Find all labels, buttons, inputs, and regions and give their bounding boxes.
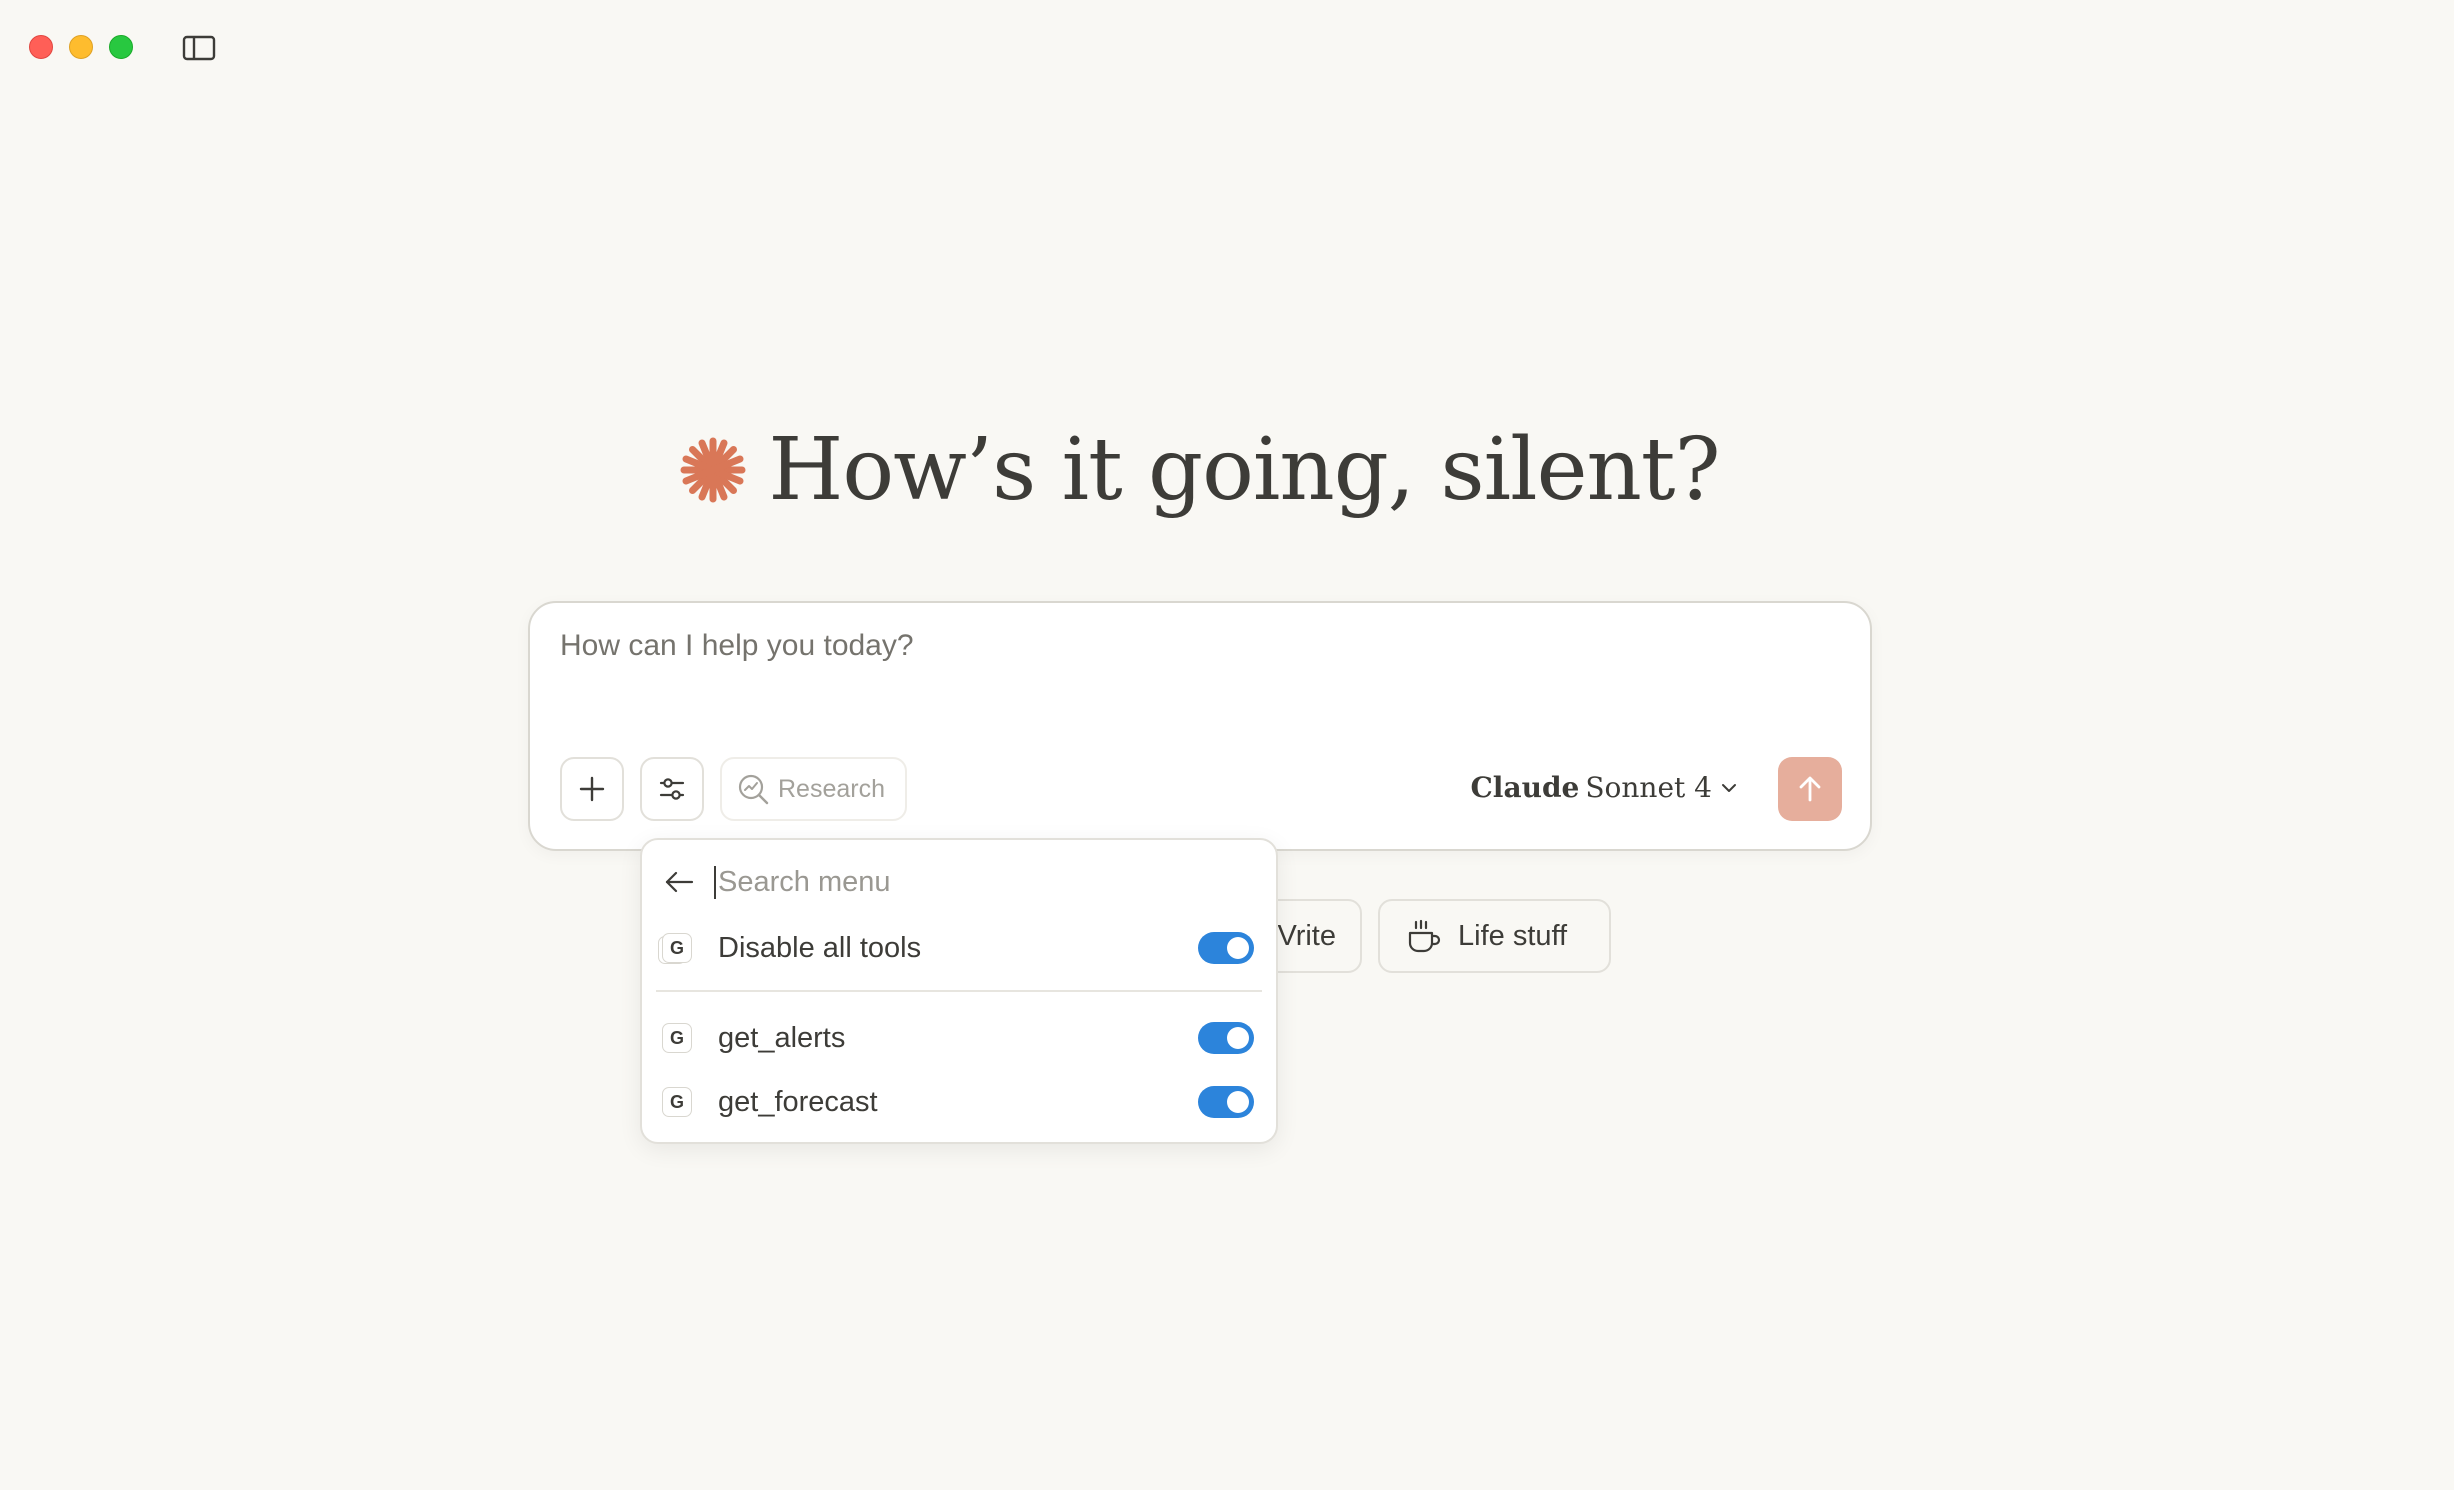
tool-server-icon: G xyxy=(662,1087,692,1117)
minimize-window-button[interactable] xyxy=(69,35,93,59)
menu-item-disable-all-tools[interactable]: G Disable all tools xyxy=(658,922,1254,974)
app-window: How’s it going, silent? Rese xyxy=(0,0,2454,1490)
arrow-up-icon xyxy=(1799,776,1821,802)
menu-search-input[interactable] xyxy=(714,865,1256,899)
sliders-icon xyxy=(659,778,685,800)
research-icon xyxy=(738,774,769,805)
zoom-window-button[interactable] xyxy=(109,35,133,59)
message-input[interactable] xyxy=(560,629,1760,663)
menu-search-bar xyxy=(662,858,1256,906)
model-name: Sonnet 4 xyxy=(1585,771,1712,804)
message-composer: Research Claude Sonnet 4 xyxy=(528,601,1872,851)
send-button[interactable] xyxy=(1778,757,1842,821)
greeting: How’s it going, silent? xyxy=(0,420,2400,520)
add-content-button[interactable] xyxy=(560,757,624,821)
coffee-cup-icon xyxy=(1408,919,1441,953)
tools-menu-button[interactable] xyxy=(640,757,704,821)
menu-item-label: get_forecast xyxy=(718,1085,878,1118)
plus-icon xyxy=(579,776,605,802)
research-button[interactable]: Research xyxy=(720,757,907,821)
menu-item-label: Disable all tools xyxy=(718,931,922,964)
claude-starburst-icon xyxy=(680,437,746,503)
menu-item-label: get_alerts xyxy=(718,1021,846,1054)
research-label: Research xyxy=(778,774,885,803)
tool-server-icon: G xyxy=(662,1023,692,1053)
tool-server-icon: G xyxy=(658,933,692,964)
menu-divider xyxy=(656,990,1262,992)
menu-item-get-alerts[interactable]: G get_alerts xyxy=(662,1012,1254,1064)
greeting-title: How’s it going, silent? xyxy=(768,420,1720,520)
tools-menu: G Disable all tools G get_alerts G get_f… xyxy=(640,838,1278,1144)
quick-action-label: Life stuff xyxy=(1458,919,1568,952)
window-controls xyxy=(29,35,133,59)
model-brand: Claude xyxy=(1470,771,1580,804)
disable-all-tools-toggle[interactable] xyxy=(1198,932,1254,964)
close-window-button[interactable] xyxy=(29,35,53,59)
back-arrow-icon[interactable] xyxy=(662,865,696,899)
sidebar-icon[interactable] xyxy=(182,34,216,62)
quick-action-label: Vrite xyxy=(1277,919,1336,952)
chevron-down-icon xyxy=(1722,783,1736,792)
model-selector[interactable]: Claude Sonnet 4 xyxy=(1471,771,1740,804)
get-forecast-toggle[interactable] xyxy=(1198,1086,1254,1118)
quick-action-life-stuff[interactable]: Life stuff xyxy=(1378,899,1611,973)
get-alerts-toggle[interactable] xyxy=(1198,1022,1254,1054)
menu-item-get-forecast[interactable]: G get_forecast xyxy=(662,1076,1254,1128)
